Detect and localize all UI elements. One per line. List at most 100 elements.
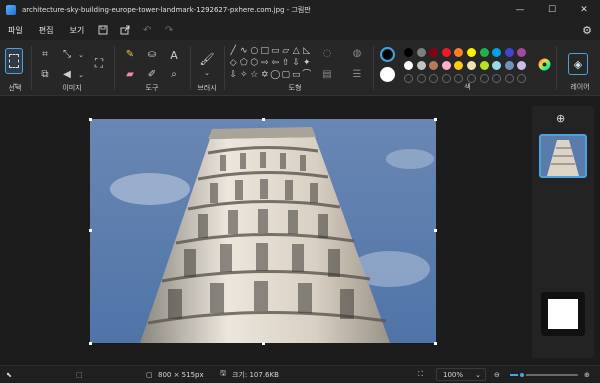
color-swatch[interactable] (492, 48, 502, 57)
rotate-icon[interactable]: ◀ (60, 68, 74, 82)
minimize-button[interactable]: — (504, 0, 536, 20)
resize-handle[interactable] (89, 229, 92, 232)
color-swatch[interactable] (404, 48, 413, 57)
resize-handle[interactable] (262, 342, 265, 345)
shape-arrow-up[interactable]: ⇧ (281, 57, 292, 69)
color-swatch[interactable] (441, 48, 451, 57)
shape-hexagon[interactable]: ⬡ (249, 57, 260, 69)
color-swatch[interactable] (504, 48, 514, 57)
shape-right-triangle[interactable]: ◺ (302, 45, 313, 57)
fill-icon[interactable]: ◍ (350, 47, 364, 61)
background-layer-thumbnail[interactable] (541, 292, 585, 336)
menu-file[interactable]: 파일 (0, 25, 31, 36)
shape-rounded-rectangle[interactable]: ▭ (270, 45, 281, 57)
shape-style-icon[interactable]: ▤ (320, 68, 334, 82)
settings-icon[interactable]: ⚙ (582, 20, 592, 40)
zoom-out-icon[interactable]: ⊖ (494, 366, 500, 383)
color-wheel-icon[interactable] (537, 57, 551, 71)
image-resize-icon[interactable]: ⧉ (38, 68, 52, 82)
color-swatch[interactable] (517, 61, 527, 70)
resize-handle[interactable] (89, 118, 92, 121)
color-picker-icon[interactable]: ✐ (145, 68, 159, 82)
secondary-color[interactable] (380, 67, 395, 82)
eraser-icon[interactable]: ▰ (123, 68, 137, 82)
shape-rectangle[interactable]: □ (260, 45, 271, 57)
color-swatch[interactable] (517, 48, 527, 57)
shape-star-four-2[interactable]: ✧ (239, 69, 250, 81)
size-icon[interactable]: ☰ (350, 68, 364, 82)
magnifier-icon[interactable]: ⌕ (167, 68, 181, 82)
color-swatch[interactable] (429, 61, 439, 70)
chevron-down-icon[interactable]: ⌄ (74, 48, 88, 62)
shape-callout-rect[interactable]: ▭ (291, 69, 302, 81)
layer-thumbnail[interactable] (539, 134, 587, 178)
color-swatch[interactable] (416, 48, 426, 57)
text-icon[interactable]: A (167, 48, 181, 62)
undo-icon[interactable]: ↶ (136, 20, 158, 40)
shape-star-five[interactable]: ☆ (249, 69, 260, 81)
resize-handle[interactable] (262, 118, 265, 121)
zoom-select[interactable]: 100% ⌄ (436, 368, 486, 381)
shape-curve[interactable]: ∿ (239, 45, 250, 57)
share-icon[interactable] (114, 20, 136, 40)
close-button[interactable]: ✕ (568, 0, 600, 20)
color-swatch[interactable] (479, 61, 489, 70)
status-bar: ⬉ ⬚ ▢ 800 × 515px 🖫 크기: 107.6KB ⛶ 100% ⌄… (0, 365, 600, 382)
color-swatch[interactable] (504, 61, 514, 70)
add-layer-icon[interactable]: ⊕ (556, 112, 565, 125)
zoom-in-icon[interactable]: ⊕ (584, 366, 590, 383)
shapes-gallery: ╱ ∿ ○ □ ▭ ▱ △ ◺ ◇ ⬠ ⬡ ⇨ ⇦ ⇧ ⇩ ✦ ⇩ ✧ ☆ ✡ … (228, 45, 314, 81)
menu-edit[interactable]: 편집 (31, 25, 62, 36)
fill-bucket-icon[interactable]: ⛀ (145, 48, 159, 62)
color-swatch[interactable] (441, 61, 451, 70)
shape-star-four[interactable]: ✦ (302, 57, 313, 69)
shape-line[interactable]: ╱ (228, 45, 239, 57)
resize-handle[interactable] (434, 229, 437, 232)
color-swatch[interactable] (454, 61, 464, 70)
canvas-image[interactable] (90, 119, 436, 343)
outline-icon[interactable]: ◌ (320, 47, 334, 61)
resize-icon[interactable]: ⤡ (60, 48, 74, 62)
redo-icon[interactable]: ↷ (158, 20, 180, 40)
color-swatch[interactable] (416, 61, 426, 70)
canvas-area (0, 97, 532, 365)
shape-callout-oval[interactable]: ◯ (270, 69, 281, 81)
shape-arrow-left[interactable]: ⇦ (270, 57, 281, 69)
chevron-down-icon[interactable]: ⌄ (200, 66, 214, 80)
shape-pentagon[interactable]: ⬠ (239, 57, 250, 69)
fit-to-window-icon[interactable]: ⛶ (418, 366, 423, 383)
shape-star-six[interactable]: ✡ (260, 69, 271, 81)
maximize-button[interactable]: ☐ (536, 0, 568, 20)
pencil-icon[interactable]: ✎ (123, 48, 137, 62)
resize-handle[interactable] (434, 342, 437, 345)
brush-icon[interactable]: 🖌 (199, 52, 214, 66)
background-remove-icon[interactable]: ⛶ (92, 56, 106, 70)
primary-color[interactable] (380, 47, 395, 62)
layers-button[interactable]: ◈ (568, 53, 588, 75)
select-tool-button[interactable] (5, 48, 23, 74)
save-icon[interactable] (92, 20, 114, 40)
color-swatch[interactable] (466, 48, 476, 57)
resize-handle[interactable] (89, 342, 92, 345)
menu-view[interactable]: 보기 (61, 25, 92, 36)
shape-arrow-down[interactable]: ⇩ (291, 57, 302, 69)
shape-arrow-right[interactable]: ⇨ (260, 57, 271, 69)
shape-arrow-down-2[interactable]: ⇩ (228, 69, 239, 81)
color-swatch[interactable] (454, 48, 464, 57)
shape-polygon[interactable]: ▱ (281, 45, 292, 57)
resize-handle[interactable] (434, 118, 437, 121)
chevron-down-icon[interactable]: ⌄ (74, 68, 88, 82)
zoom-slider[interactable] (510, 371, 578, 379)
zoom-slider-knob[interactable] (518, 371, 527, 379)
shape-callout-rounded[interactable]: ▢ (281, 69, 292, 81)
color-swatch[interactable] (492, 61, 502, 70)
crop-icon[interactable]: ⌗ (38, 48, 52, 62)
shape-oval[interactable]: ○ (249, 45, 260, 57)
color-swatch[interactable] (404, 61, 413, 70)
shape-diamond[interactable]: ◇ (228, 57, 239, 69)
color-swatch[interactable] (429, 48, 439, 57)
shape-heart[interactable]: ⌒ (302, 69, 313, 81)
shape-triangle[interactable]: △ (291, 45, 302, 57)
color-swatch[interactable] (479, 48, 489, 57)
color-swatch[interactable] (466, 61, 476, 70)
